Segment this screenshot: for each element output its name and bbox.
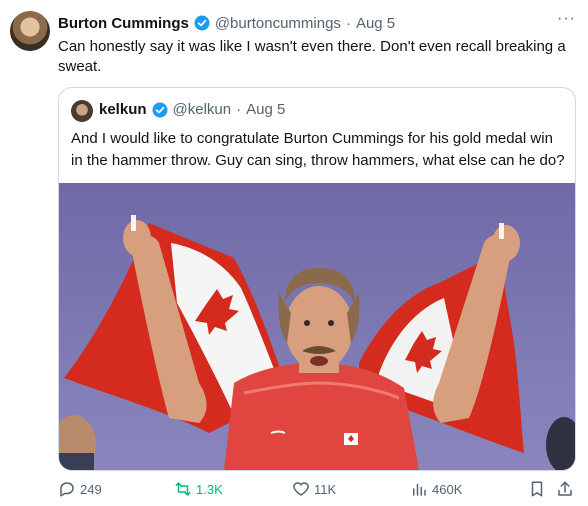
tweet-actions: 249 1.3K 11K 460K [58,478,574,500]
like-button[interactable]: 11K [292,478,336,500]
author-avatar[interactable] [10,11,50,51]
separator-dot: · [345,14,351,32]
athlete-flag-photo[interactable] [59,183,575,470]
views-button[interactable]: 460K [410,478,462,500]
repost-count: 1.3K [196,481,223,497]
quoted-tweet-date[interactable]: Aug 5 [246,101,285,118]
reply-button[interactable]: 249 [58,478,102,500]
bookmark-button[interactable] [528,478,550,500]
share-button[interactable] [556,478,578,500]
quoted-author-name[interactable]: kelkun [99,101,147,118]
verified-badge-icon [194,15,210,31]
separator-dot: · [236,101,242,118]
verified-badge-icon [152,102,168,118]
author-handle[interactable]: @burtoncummings [215,15,341,32]
author-name[interactable]: Burton Cummings [58,15,189,32]
bookmark-icon [531,481,543,497]
repost-button[interactable]: 1.3K [174,478,223,500]
more-options-icon[interactable]: ··· [557,10,576,28]
quoted-author-avatar[interactable] [71,100,93,122]
views-bar-chart-icon [413,483,426,496]
like-count: 11K [314,481,337,497]
tweet-header: Burton Cummings @burtoncummings · Aug 5 [58,13,395,33]
quoted-tweet[interactable]: kelkun @kelkun · Aug 5 And I would like … [58,87,576,471]
share-icon [558,481,572,496]
quoted-tweet-text: And I would like to congratulate Burton … [71,130,565,169]
quoted-tweet-header: kelkun @kelkun · Aug 5 [99,101,285,118]
reply-count: 249 [80,481,102,497]
views-count: 460K [432,481,463,497]
tweet-text: Can honestly say it was like I wasn't ev… [58,38,566,75]
quoted-author-handle[interactable]: @kelkun [173,101,232,118]
heart-icon [293,482,309,496]
reply-icon [60,482,74,497]
tweet-date[interactable]: Aug 5 [356,15,395,32]
repost-icon [175,482,191,496]
